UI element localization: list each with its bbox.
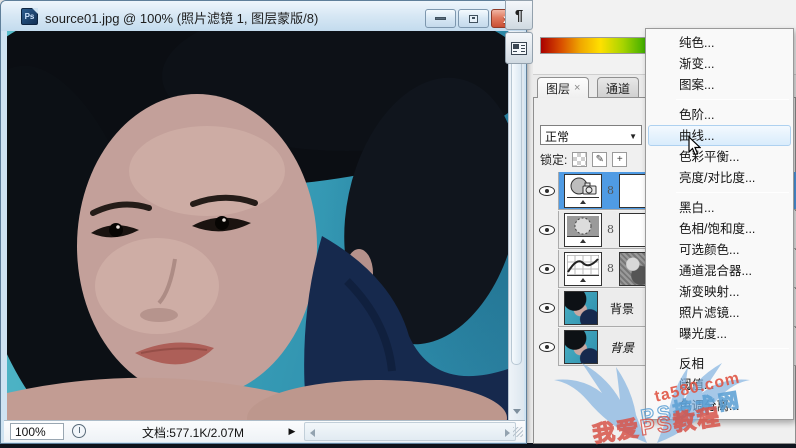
menu-item-exposure[interactable]: 曝光度... [648, 323, 791, 344]
menu-item-channel-mixer[interactable]: 通道混合器... [648, 260, 791, 281]
adjustment-slider-icon [567, 236, 599, 244]
layer-name: 背景 [610, 300, 634, 317]
curves-thumbnail[interactable] [564, 252, 602, 286]
visibility-cell[interactable] [535, 211, 559, 249]
menu-item-hue-saturation[interactable]: 色相/饱和度... [648, 218, 791, 239]
menu-item-levels[interactable]: 色阶... [648, 104, 791, 125]
visibility-cell[interactable] [535, 289, 559, 327]
layer-photo-thumbnail[interactable] [564, 330, 598, 364]
eye-icon [539, 186, 555, 196]
lock-transparency-icon[interactable] [572, 152, 587, 167]
tab-channels[interactable]: 通道 [597, 77, 639, 98]
menu-item-pattern[interactable]: 图案... [648, 74, 791, 95]
document-size-info: 文档:577.1K/2.07M [108, 424, 278, 441]
menu-separator [676, 192, 789, 193]
layer-name: 背景 [610, 339, 634, 356]
vertical-scrollbar[interactable] [508, 31, 524, 420]
mouse-cursor [688, 136, 701, 156]
menu-item-threshold[interactable]: 阈值... [648, 374, 791, 395]
adjustment-thumbnail[interactable] [564, 213, 602, 247]
image-canvas[interactable] [7, 31, 508, 420]
scroll-down-icon[interactable] [513, 409, 521, 414]
menu-item-curves[interactable]: 曲线... [648, 125, 791, 146]
menu-item-brightness-contrast[interactable]: 亮度/对比度... [648, 167, 791, 188]
minimize-icon [435, 17, 446, 20]
menu-item-solid-color[interactable]: 纯色... [648, 32, 791, 53]
menu-separator [676, 348, 789, 349]
eye-icon [539, 264, 555, 274]
photo-filter-icon [567, 177, 599, 197]
zoom-level-field[interactable]: 100% [10, 423, 64, 440]
portrait-photo [7, 31, 508, 420]
link-icon: 8 [607, 223, 614, 236]
link-icon: 8 [607, 262, 614, 275]
tab-layers[interactable]: 图层 × [537, 77, 589, 98]
minimize-button[interactable] [425, 9, 456, 28]
menu-item-gradient-map[interactable]: 渐变映射... [648, 281, 791, 302]
link-icon: 8 [607, 184, 614, 197]
scroll-left-icon[interactable] [310, 429, 315, 437]
tab-layers-label: 图层 [546, 80, 570, 97]
blend-mode-select[interactable]: 正常 ▼ [540, 125, 642, 145]
chevron-down-icon: ▼ [629, 132, 637, 141]
lock-paint-icon[interactable]: ✎ [592, 152, 607, 167]
menu-item-selective-color[interactable]: 可选颜色... [648, 239, 791, 260]
adjustment-slider-icon [567, 275, 599, 283]
photoshop-workspace: Ps source01.jpg @ 100% (照片滤镜 1, 图层蒙版/8) … [0, 0, 796, 448]
window-resize-grip[interactable] [513, 427, 523, 437]
tab-channels-label: 通道 [606, 80, 630, 97]
menu-separator [676, 99, 789, 100]
horizontal-scrollbar[interactable] [304, 422, 516, 441]
window-title: source01.jpg @ 100% (照片滤镜 1, 图层蒙版/8) [45, 8, 318, 27]
ps-file-icon: Ps [21, 8, 38, 25]
maximize-button[interactable] [458, 9, 489, 28]
menu-item-color-balance[interactable]: 色彩平衡... [648, 146, 791, 167]
menu-item-black-white[interactable]: 黑白... [648, 197, 791, 218]
document-window: Ps source01.jpg @ 100% (照片滤镜 1, 图层蒙版/8) … [0, 0, 527, 444]
eye-icon [539, 303, 555, 313]
menu-item-posterize[interactable]: 色调分离... [648, 395, 791, 416]
adjustment-layer-menu: 纯色... 渐变... 图案... 色阶... 曲线... 色彩平衡... 亮度… [645, 28, 794, 420]
eye-icon [539, 342, 555, 352]
vertical-scrollbar-thumb[interactable] [511, 35, 522, 365]
menu-item-gradient[interactable]: 渐变... [648, 53, 791, 74]
visibility-cell[interactable] [535, 328, 559, 366]
visibility-cell[interactable] [535, 172, 559, 210]
menu-item-invert[interactable]: 反相 [648, 353, 791, 374]
scroll-right-icon[interactable] [505, 429, 510, 437]
lock-label: 锁定: [540, 151, 567, 168]
paragraph-panel-button[interactable]: ¶ [505, 0, 533, 30]
blend-mode-value: 正常 [545, 130, 569, 144]
paragraph-icon: ¶ [515, 7, 523, 24]
timer-icon [72, 424, 86, 438]
visibility-cell[interactable] [535, 250, 559, 288]
panel-layout-icon [511, 42, 527, 55]
layer-photo-thumbnail[interactable] [564, 291, 598, 325]
lock-move-icon[interactable]: + [612, 152, 627, 167]
adjustment-circle-icon [567, 216, 599, 236]
status-flyout-button[interactable]: ▶ [284, 423, 300, 440]
eye-icon [539, 225, 555, 235]
status-bar: 100% 文档:577.1K/2.07M ▶ [4, 420, 525, 442]
title-bar[interactable]: Ps source01.jpg @ 100% (照片滤镜 1, 图层蒙版/8) … [1, 1, 526, 31]
portrait-illustration [7, 31, 508, 420]
photo-filter-thumbnail[interactable] [564, 174, 602, 208]
layers-panel-dock-button[interactable] [505, 32, 533, 64]
adjustment-slider-icon [567, 197, 599, 205]
panel-dock: ¶ [505, 0, 533, 66]
maximize-icon [469, 15, 478, 23]
lock-options-row: 锁定: ✎ + [540, 150, 627, 168]
menu-item-photo-filter[interactable]: 照片滤镜... [648, 302, 791, 323]
curves-icon [567, 255, 599, 275]
tab-close-icon[interactable]: × [574, 82, 580, 94]
